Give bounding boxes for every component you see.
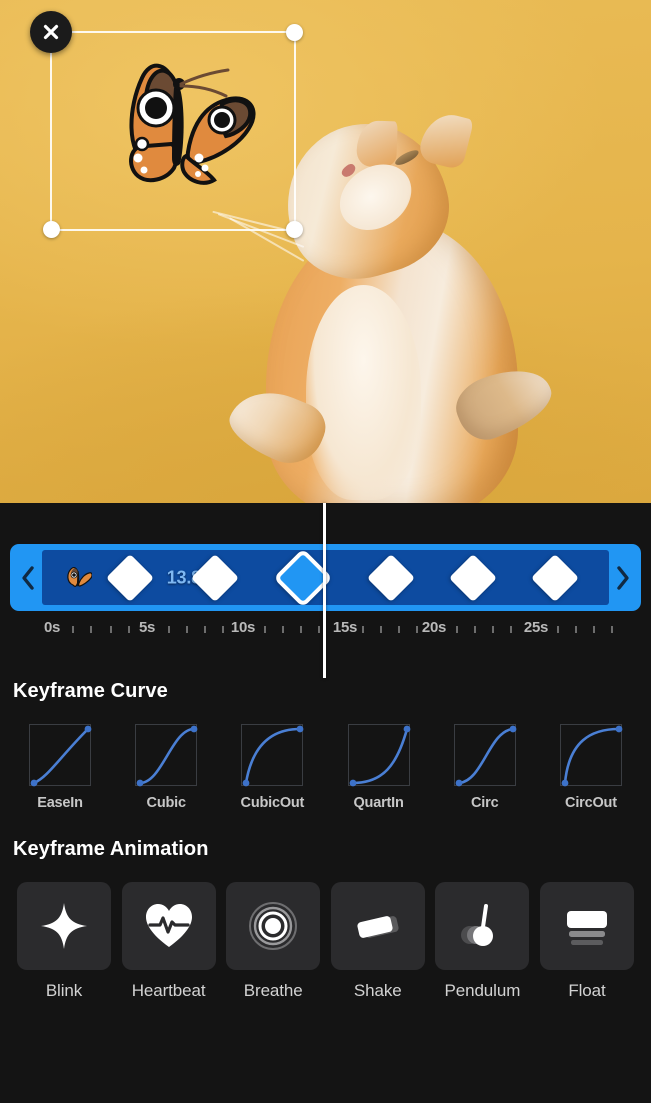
keyframe-marker[interactable] [531,553,580,602]
pendulum-icon [461,904,494,946]
prev-keyframe-button[interactable] [14,544,42,611]
curve-cubicout-icon [242,725,304,787]
animation-label: Float [568,981,606,1000]
curve-option-easein[interactable]: EaseIn [22,724,98,811]
keyframe-curve-title: Keyframe Curve [13,680,168,702]
butterfly-thumb-icon [67,566,92,587]
resize-handle-top-right[interactable] [286,24,303,41]
curve-option-quartin[interactable]: QuartIn [341,724,417,811]
curve-thumbnail [347,724,410,787]
ruler-label: 10s [230,619,256,636]
tilted-bar-icon [357,916,399,938]
curve-label: EaseIn [37,795,83,811]
curve-option-circout[interactable]: CircOut [553,724,629,811]
resize-handle-bottom-right[interactable] [286,221,303,238]
animation-option-breathe[interactable]: Breathe [226,882,321,1001]
resize-handle-bottom-left[interactable] [43,221,60,238]
keyframe-marker[interactable] [190,553,239,602]
keyframe-curve-list: EaseIn Cubic CubicOut QuartIn Circ CircO… [0,703,651,811]
animation-option-shake[interactable]: Shake [330,882,425,1001]
chevron-right-icon [617,565,629,590]
sparkle-icon [41,903,87,949]
curve-cubic-icon [136,725,198,787]
butterfly-sticker[interactable] [86,48,278,200]
animation-thumbnail[interactable] [226,882,321,970]
animation-option-pendulum[interactable]: Pendulum [435,882,530,1001]
keyframe-animation-title: Keyframe Animation [13,838,209,860]
animation-thumbnail[interactable] [121,882,216,970]
keyframe-animation-list: Blink Heartbeat Breathe Shake Pendulum F… [0,861,651,1001]
chevron-left-icon [22,565,34,590]
playhead[interactable] [323,503,326,678]
curve-thumbnail [135,724,198,787]
curve-label: Circ [471,795,499,811]
keyframe-marker[interactable] [105,553,154,602]
close-sticker-button[interactable] [30,11,72,53]
curve-label: QuartIn [353,795,404,811]
curve-option-cubicout[interactable]: CubicOut [234,724,310,811]
curve-thumbnail [559,724,623,787]
animation-option-blink[interactable]: Blink [17,882,111,1001]
ruler-label: 20s [421,619,447,636]
ruler-label: 15s [332,619,358,636]
close-icon [43,24,59,40]
keyframe-editor-panel: 13.8s 0s 5s 10s 15s 20s 25s Keyframe Cur… [0,503,651,1103]
clip-thumbnail [60,565,92,591]
ruler-label: 0s [43,619,61,636]
animation-label: Heartbeat [131,981,206,1000]
animation-option-heartbeat[interactable]: Heartbeat [121,882,216,1001]
curve-quartin-icon [349,725,410,787]
curve-label: Cubic [146,795,186,811]
curve-label: CubicOut [240,795,305,811]
keyframe-marker[interactable] [448,553,497,602]
keyframe-marker[interactable] [366,553,415,602]
animation-label: Breathe [243,981,303,1000]
animation-label: Blink [45,981,83,1000]
animation-thumbnail[interactable] [17,882,111,970]
animation-label: Pendulum [444,981,521,1000]
curve-easein-icon [30,725,92,787]
curve-label: CircOut [565,795,617,811]
curve-thumbnail [453,724,517,787]
animation-label: Shake [353,981,402,1000]
animation-thumbnail[interactable] [539,882,634,970]
heart-pulse-icon [145,904,192,947]
curve-thumbnail [29,724,92,787]
animation-option-float[interactable]: Float [539,882,634,1001]
curve-circout-icon [561,725,623,787]
butterfly-icon [129,63,256,185]
animation-thumbnail[interactable] [330,882,425,970]
curve-option-circ[interactable]: Circ [447,724,523,811]
curve-circ-icon [455,725,517,787]
video-preview[interactable] [0,0,651,503]
stacked-layers-icon [566,911,607,945]
ruler-label: 25s [523,619,549,636]
ruler-label: 5s [138,619,156,636]
animation-thumbnail[interactable] [435,882,530,970]
curve-option-cubic[interactable]: Cubic [128,724,204,811]
concentric-circles-icon [249,902,298,950]
next-keyframe-button[interactable] [609,544,637,611]
curve-thumbnail [241,724,304,787]
